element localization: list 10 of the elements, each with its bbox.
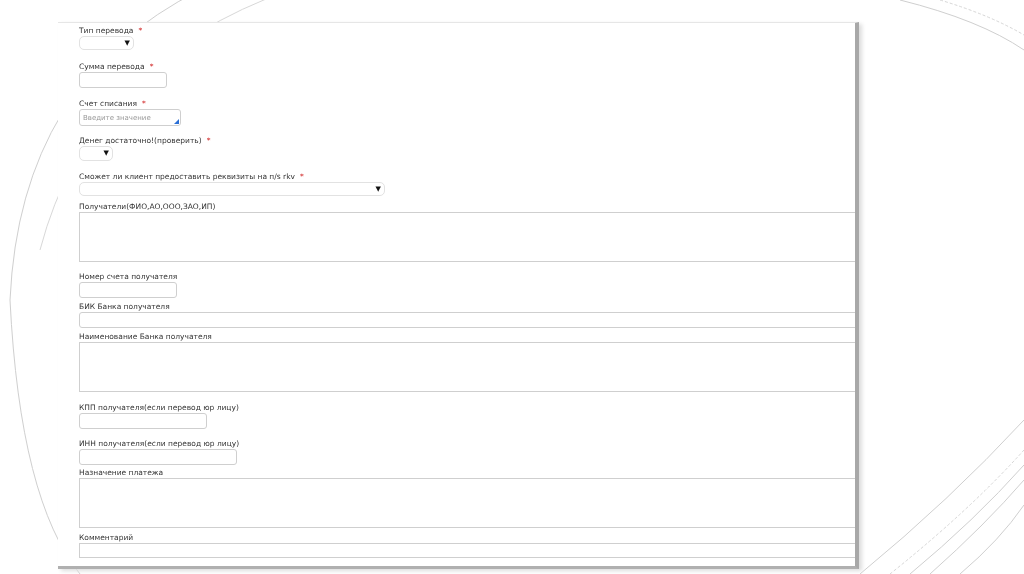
- input-field[interactable]: [79, 72, 167, 88]
- input-field[interactable]: [79, 449, 237, 465]
- input-field[interactable]: [79, 413, 207, 429]
- input-field[interactable]: [79, 312, 855, 328]
- textarea-field[interactable]: [79, 212, 855, 262]
- corner-icon: [174, 119, 179, 124]
- textarea-field[interactable]: [79, 342, 855, 392]
- textarea-field[interactable]: [79, 543, 855, 558]
- textarea-field[interactable]: [79, 478, 855, 528]
- input-field[interactable]: [79, 282, 177, 298]
